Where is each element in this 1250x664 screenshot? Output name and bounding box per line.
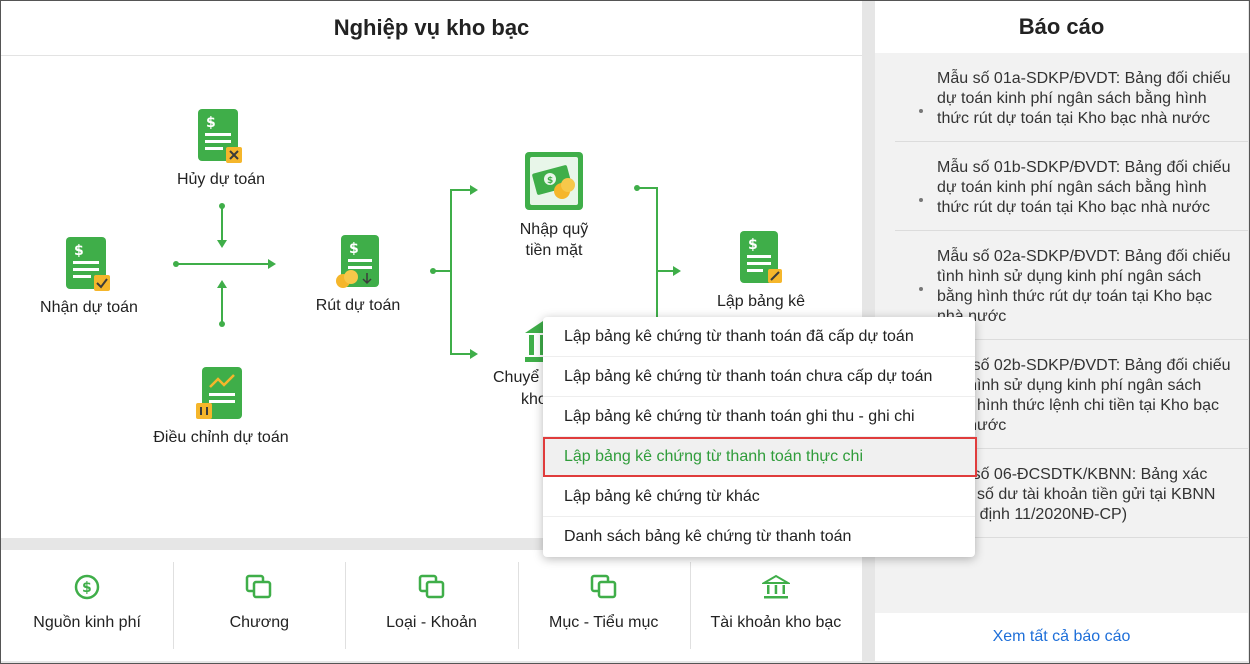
document-check-icon: $	[66, 237, 110, 291]
lap-bang-ke-dropdown: Lập bảng kê chứng từ thanh toán đã cấp d…	[543, 317, 977, 557]
catalog-item-muc-tieu-muc[interactable]: Mục - Tiểu mục	[517, 550, 690, 661]
node-label: Lập bảng kê	[716, 293, 806, 310]
svg-text:$: $	[349, 241, 359, 257]
menu-item[interactable]: Lập bảng kê chứng từ khác	[543, 477, 975, 517]
connector-arrow	[217, 240, 227, 248]
connector-arrow	[470, 349, 478, 359]
node-huy-du-toan[interactable]: $ Hủy dự toán	[161, 107, 281, 189]
menu-item[interactable]: Lập bảng kê chứng từ thanh toán chưa cấp…	[543, 357, 975, 397]
document-withdraw-icon: $	[336, 235, 379, 288]
node-label: Nhận dự toán	[40, 299, 138, 316]
catalog-item-loai-khoan[interactable]: Loại - Khoản	[345, 550, 517, 661]
copy-icon	[418, 574, 444, 599]
report-item[interactable]: Mẫu số 01a-SDKP/ĐVDT: Bảng đối chiếu dự …	[895, 53, 1248, 142]
node-label: Điều chỉnh dự toán	[153, 429, 289, 446]
connector-dot	[430, 268, 436, 274]
connector	[450, 353, 470, 355]
catalog-item-tai-khoan-kho-bac[interactable]: Tài khoản kho bạc	[689, 550, 862, 661]
svg-text:$: $	[82, 580, 92, 596]
connector-arrow	[673, 266, 681, 276]
connector	[176, 263, 268, 265]
bank-icon	[761, 574, 790, 599]
connector	[221, 206, 223, 240]
connector-arrow	[470, 185, 478, 195]
node-label: tiền mặt	[525, 242, 583, 259]
page-title: Nghiệp vụ kho bạc	[1, 1, 862, 56]
copy-icon	[590, 574, 616, 599]
menu-item[interactable]: Lập bảng kê chứng từ thanh toán ghi thu …	[543, 397, 975, 437]
catalog-item-label: Loại - Khoản	[386, 614, 477, 631]
connector	[656, 270, 673, 272]
reports-title: Báo cáo	[1018, 14, 1105, 39]
connector	[637, 187, 657, 189]
report-item[interactable]: Mẫu số 01b-SDKP/ĐVDT: Bảng đối chiếu dự …	[895, 142, 1248, 231]
safe-money-icon: $	[525, 152, 583, 210]
menu-item-highlighted[interactable]: Lập bảng kê chứng từ thanh toán thực chi	[543, 437, 977, 477]
document-adjust-icon	[196, 367, 242, 419]
node-rut-du-toan[interactable]: $ Rút dự toán	[298, 233, 418, 315]
document-cancel-icon: $	[198, 109, 242, 163]
node-label: Hủy dự toán	[176, 171, 266, 188]
copy-icon	[246, 574, 272, 599]
svg-text:$: $	[74, 243, 84, 259]
connector-arrow	[217, 280, 227, 288]
connector-dot	[173, 261, 179, 267]
connector-dot	[219, 321, 225, 327]
node-nhan-du-toan[interactable]: $ Nhận dự toán	[29, 235, 149, 317]
node-label: Nhập quỹ	[519, 221, 589, 238]
catalog-item-label: Chương	[229, 614, 290, 631]
menu-item[interactable]: Lập bảng kê chứng từ thanh toán đã cấp d…	[543, 317, 975, 357]
document-edit-icon: $	[740, 231, 782, 283]
svg-text:$: $	[748, 237, 758, 253]
catalog-item-nguon-kinh-phi[interactable]: $ Nguồn kinh phí	[1, 550, 173, 661]
dollar-circle-icon: $	[74, 574, 100, 600]
connector	[450, 189, 452, 355]
connector	[450, 189, 470, 191]
menu-item[interactable]: Danh sách bảng kê chứng từ thanh toán	[543, 517, 975, 557]
svg-text:$: $	[206, 115, 216, 131]
connector	[656, 187, 658, 319]
catalog-item-chuong[interactable]: Chương	[173, 550, 345, 661]
connector-arrow	[268, 259, 276, 269]
connector-dot	[219, 203, 225, 209]
connector	[221, 287, 223, 323]
svg-text:$: $	[547, 176, 553, 186]
node-label: Rút dự toán	[315, 297, 401, 314]
view-all-reports-link[interactable]: Xem tất cả báo cáo	[875, 613, 1248, 661]
catalog-item-label: Nguồn kinh phí	[33, 614, 141, 631]
catalog-item-label: Mục - Tiểu mục	[549, 614, 659, 631]
node-dieu-chinh-du-toan[interactable]: Điều chỉnh dự toán	[141, 365, 301, 447]
catalog-bar: $ Nguồn kinh phí Chương Loại - Khoản Mục…	[1, 550, 862, 661]
catalog-item-label: Tài khoản kho bạc	[710, 614, 842, 631]
node-nhap-quy-tien-mat[interactable]: $ Nhập quỹ tiền mặt	[494, 151, 614, 261]
node-lap-bang-ke[interactable]: $ Lập bảng kê	[701, 229, 821, 311]
